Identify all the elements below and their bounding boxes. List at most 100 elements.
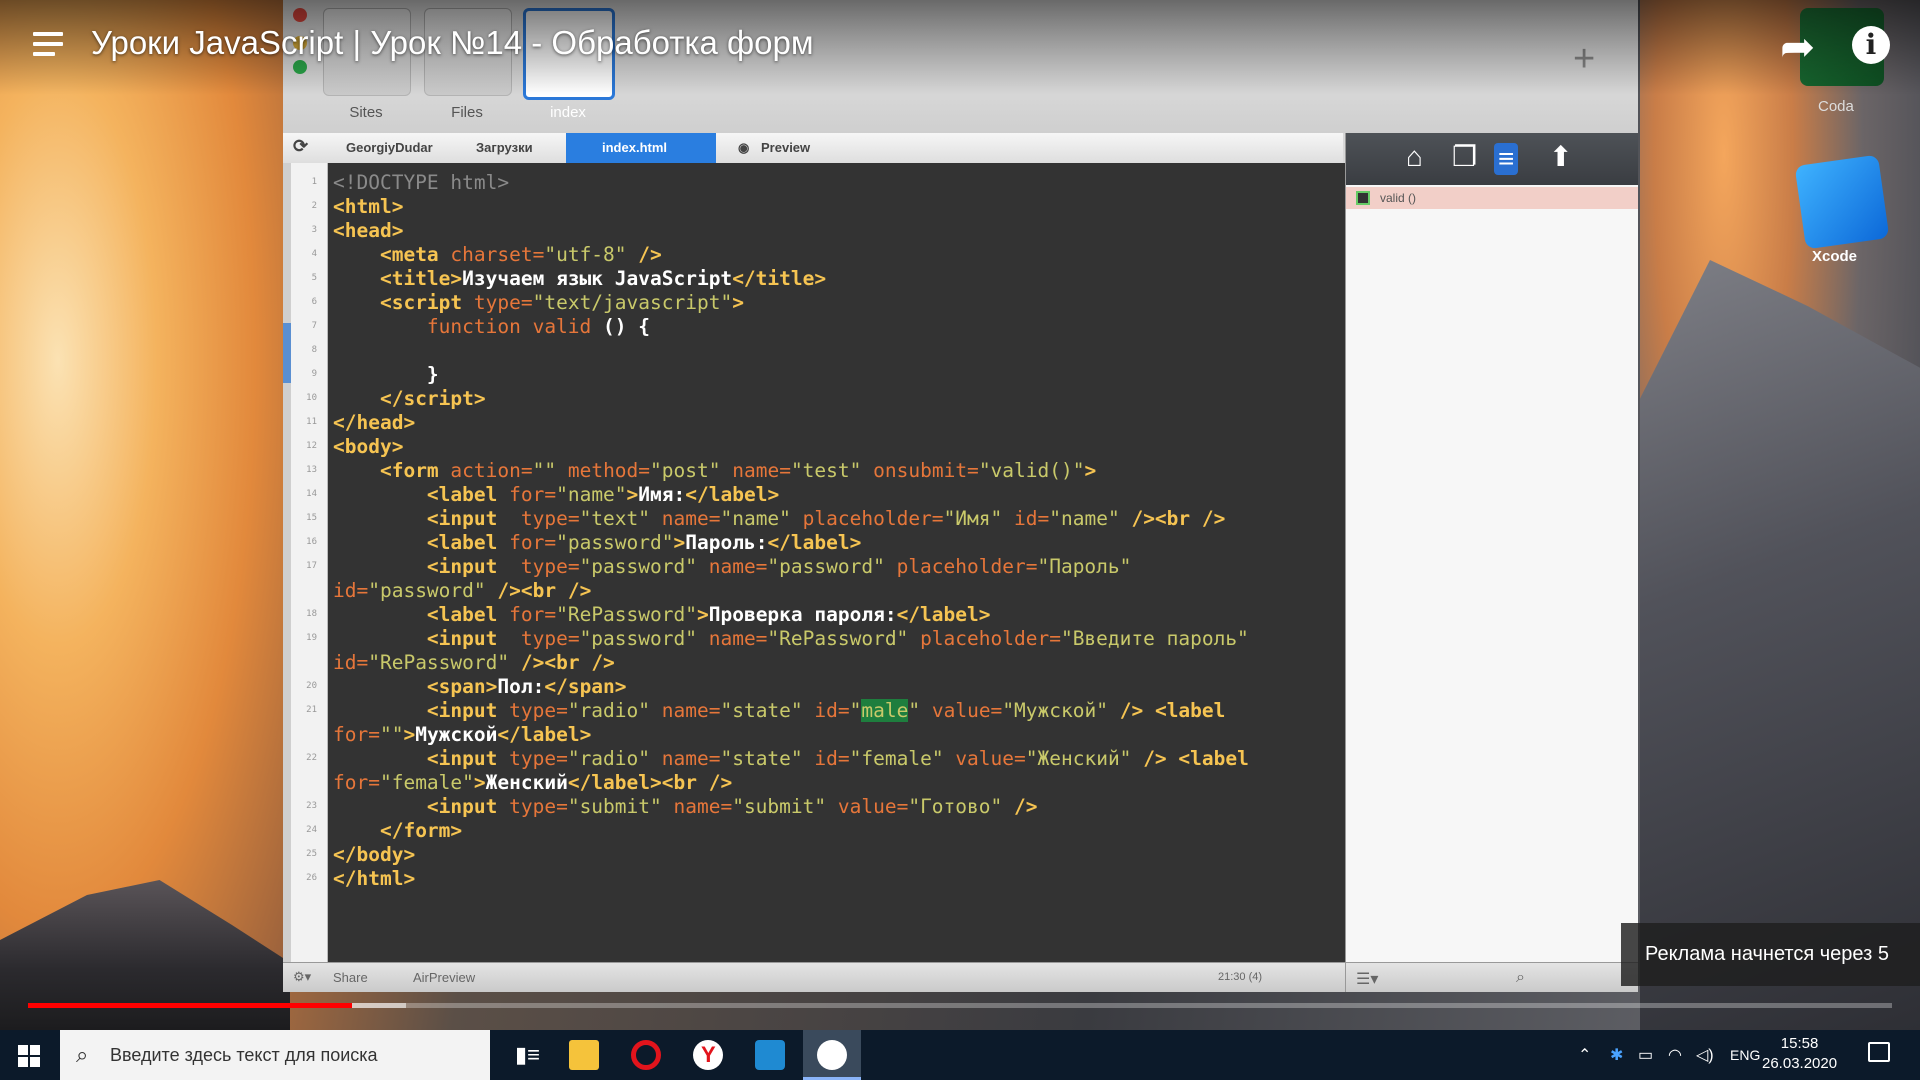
line-number: 5 xyxy=(311,273,317,283)
vscode-button[interactable] xyxy=(741,1030,799,1080)
volume-icon[interactable]: ◁) xyxy=(1696,1045,1714,1065)
xcode-icon[interactable] xyxy=(1794,154,1890,250)
line-number: 7 xyxy=(311,321,317,331)
sidebar-panel: ⌂ ❐ ≡ ⬆ valid () ☰▾ ⌕ xyxy=(1345,133,1638,992)
taskbar-search-input[interactable]: ⌕ Введите здесь текст для поиска xyxy=(60,1030,490,1080)
video-title[interactable]: Уроки JavaScript | Урок №14 - Обработка … xyxy=(91,24,814,62)
line-number: 2 xyxy=(311,201,317,211)
clock-time: 15:58 xyxy=(1780,1035,1819,1052)
function-label: valid () xyxy=(1380,191,1417,205)
line-number: 3 xyxy=(311,225,317,235)
wifi-icon[interactable]: ◠ xyxy=(1668,1045,1682,1065)
gear-icon[interactable]: ⚙▾ xyxy=(293,969,311,985)
cursor-position: 21:30 (4) xyxy=(1218,971,1263,983)
line-number: 14 xyxy=(306,489,317,499)
files-label: Files xyxy=(451,104,483,121)
line-number: 21 xyxy=(306,705,317,715)
refresh-icon[interactable]: ⟳ xyxy=(293,136,308,157)
line-number: 26 xyxy=(306,873,317,883)
notifications-icon[interactable] xyxy=(1868,1042,1890,1062)
opera-button[interactable] xyxy=(617,1030,675,1080)
line-number: 24 xyxy=(306,825,317,835)
breadcrumb-user[interactable]: GeorgiyDudar xyxy=(346,140,433,155)
opera-icon xyxy=(631,1040,661,1070)
line-number: 17 xyxy=(306,561,317,571)
line-number: 22 xyxy=(306,753,317,763)
function-list-item[interactable]: valid () xyxy=(1346,187,1638,209)
share-button[interactable]: Share xyxy=(333,970,368,985)
battery-icon[interactable]: ▭ xyxy=(1638,1045,1653,1065)
path-bar: ⟳ GeorgiyDudar Загрузки index.html ◉ Pre… xyxy=(283,133,1343,164)
coda-label: Coda xyxy=(1818,98,1854,115)
function-icon xyxy=(1356,191,1370,205)
line-number: 15 xyxy=(306,513,317,523)
line-number: 18 xyxy=(306,609,317,619)
breadcrumb-preview[interactable]: Preview xyxy=(761,140,810,155)
line-gutter: 1 2 3 4 5 6 7 8 9 10 11 12 13 14 15 16 17 18 19 20 21 22 23 24 2… xyxy=(283,163,328,962)
code-editor[interactable]: 1 2 3 4 5 6 7 8 9 10 11 12 13 14 15 16 17 18 19 20 21 22 23 24 2… xyxy=(283,163,1345,962)
line-number: 20 xyxy=(306,681,317,691)
index-label: index xyxy=(550,104,586,121)
ad-notice-text: Реклама начнется через 5 xyxy=(1645,943,1889,965)
breadcrumb-file-label: index.html xyxy=(602,140,668,155)
list-menu-icon[interactable]: ☰▾ xyxy=(1356,969,1378,989)
progress-played xyxy=(28,1003,353,1008)
browser-icon xyxy=(817,1040,847,1070)
home-icon[interactable]: ⌂ xyxy=(1406,143,1423,171)
search-icon[interactable]: ⌕ xyxy=(1516,969,1525,987)
ad-notice: Реклама начнется через 5 xyxy=(1621,923,1920,986)
eye-icon: ◉ xyxy=(738,140,750,155)
breadcrumb-downloads[interactable]: Загрузки xyxy=(476,140,533,155)
playlist-icon[interactable] xyxy=(33,32,67,62)
line-number: 9 xyxy=(311,369,317,379)
line-number: 16 xyxy=(306,537,317,547)
taskbar: ⌕ Введите здесь текст для поиска ▮≡ Y ⌃ … xyxy=(0,1030,1920,1080)
line-number: 11 xyxy=(306,417,317,427)
gutter-strip xyxy=(283,163,291,962)
line-number: 23 xyxy=(306,801,317,811)
yandex-button[interactable]: Y xyxy=(679,1030,737,1080)
line-number: 6 xyxy=(311,297,317,307)
line-number: 12 xyxy=(306,441,317,451)
line-number: 8 xyxy=(311,345,317,355)
line-number: 1 xyxy=(311,177,317,187)
line-number: 19 xyxy=(306,633,317,643)
coda-window: Sites Files index + ⟳ GeorgiyDudar Загру… xyxy=(283,0,1638,992)
task-view-icon: ▮≡ xyxy=(515,1042,540,1067)
share-icon[interactable]: ➦ xyxy=(1780,26,1815,68)
line-number: 25 xyxy=(306,849,317,859)
search-placeholder: Введите здесь текст для поиска xyxy=(110,1045,378,1065)
line-number: 13 xyxy=(306,465,317,475)
desktop-wallpaper-left xyxy=(0,0,290,1030)
folder-icon xyxy=(569,1040,599,1070)
file-explorer-button[interactable] xyxy=(555,1030,613,1080)
line-number: 4 xyxy=(311,249,317,259)
browser-button[interactable] xyxy=(803,1030,861,1080)
chevron-up-icon[interactable]: ⌃ xyxy=(1578,1045,1591,1065)
clock-date: 26.03.2020 xyxy=(1762,1055,1838,1072)
vscode-icon xyxy=(755,1040,785,1070)
task-view-button[interactable]: ▮≡ xyxy=(497,1030,555,1080)
upload-icon[interactable]: ⬆ xyxy=(1549,143,1572,171)
list-icon[interactable]: ≡ xyxy=(1494,143,1519,175)
copy-icon[interactable]: ❐ xyxy=(1452,143,1477,171)
bluetooth-icon[interactable]: ✱ xyxy=(1610,1045,1623,1065)
airpreview-button[interactable]: AirPreview xyxy=(413,970,475,985)
wallpaper-rock xyxy=(1640,260,1920,1030)
sidebar-statusbar: ☰▾ ⌕ xyxy=(1346,962,1638,992)
breadcrumb-file[interactable]: index.html xyxy=(566,133,716,163)
language-indicator[interactable]: ENG xyxy=(1730,1047,1760,1063)
video-progress-bar[interactable] xyxy=(28,1003,1892,1008)
clock[interactable]: 15:58 26.03.2020 xyxy=(1762,1034,1837,1074)
sidebar-toolbar: ⌂ ❐ ≡ ⬆ xyxy=(1346,133,1638,185)
info-icon[interactable]: i xyxy=(1852,26,1890,64)
xcode-label: Xcode xyxy=(1812,248,1858,265)
search-icon: ⌕ xyxy=(76,1042,89,1067)
gutter-marker xyxy=(283,323,291,383)
editor-statusbar: ⚙▾ Share AirPreview 21:30 (4) xyxy=(283,962,1345,992)
line-number: 10 xyxy=(306,393,317,403)
yandex-icon: Y xyxy=(693,1040,723,1070)
windows-start-icon[interactable] xyxy=(18,1045,40,1067)
sites-label: Sites xyxy=(349,104,383,121)
code-content[interactable]: <!DOCTYPE html> <html> <head> <meta char… xyxy=(333,171,1333,891)
